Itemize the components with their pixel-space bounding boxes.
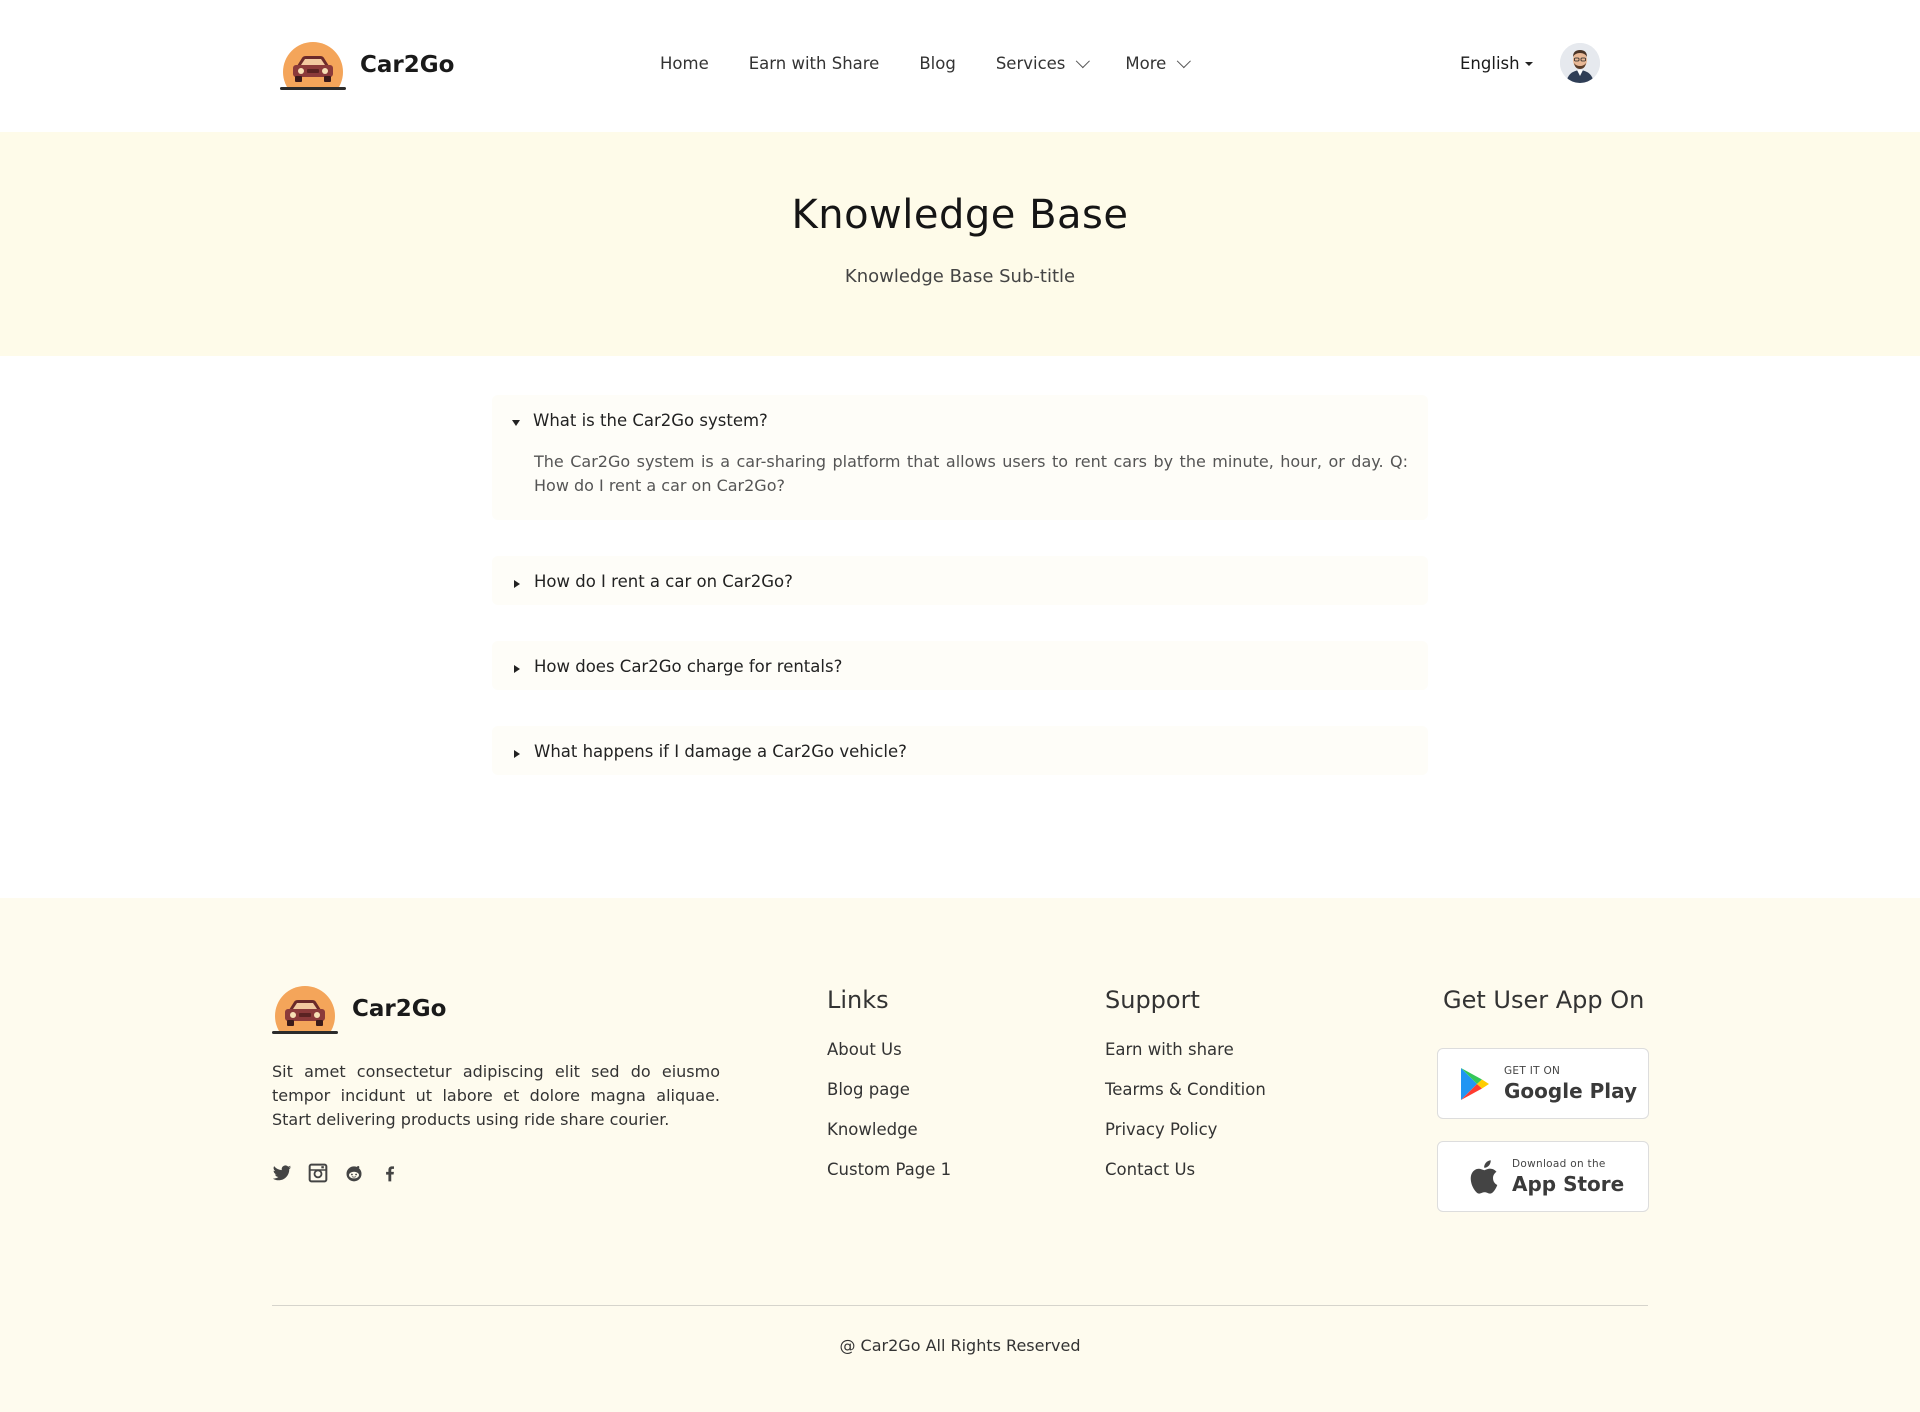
page-title: Knowledge Base — [791, 192, 1129, 238]
site-footer: Car2Go Sit amet consectetur adipiscing e… — [0, 898, 1920, 1412]
nav-earn-label: Earn with Share — [748, 54, 880, 73]
faq-question[interactable]: How do I rent a car on Car2Go? — [512, 572, 1408, 591]
footer-link-earn-with-share[interactable]: Earn with share — [1105, 1040, 1266, 1059]
copyright-text: @ Car2Go All Rights Reserved — [839, 1336, 1081, 1355]
car-logo-icon — [280, 40, 346, 90]
facebook-icon[interactable] — [380, 1163, 400, 1183]
google-play-icon — [1461, 1067, 1489, 1100]
nav-home[interactable]: Home — [660, 54, 709, 73]
user-avatar[interactable] — [1560, 43, 1600, 83]
footer-link-about-us[interactable]: About Us — [827, 1040, 951, 1059]
app-store-big-text: App Store — [1512, 1171, 1625, 1196]
footer-brand[interactable]: Car2Go — [272, 984, 446, 1034]
nav-services-dropdown[interactable]: Services — [995, 53, 1091, 73]
app-store-small-text: Download on the — [1512, 1157, 1606, 1170]
footer-link-privacy-policy[interactable]: Privacy Policy — [1105, 1120, 1266, 1139]
faq-item[interactable]: How do I rent a car on Car2Go? — [492, 556, 1428, 605]
faq-question-text: What is the Car2Go system? — [533, 411, 768, 430]
faq-item[interactable]: What is the Car2Go system? The Car2Go sy… — [492, 395, 1428, 520]
main-nav: Home Earn with Share Blog Services More — [660, 53, 1226, 73]
footer-about-text: Sit amet consectetur adipiscing elit sed… — [272, 1062, 720, 1129]
faq-question-text: What happens if I damage a Car2Go vehicl… — [534, 742, 907, 761]
nav-more-dropdown[interactable]: More — [1125, 53, 1192, 73]
footer-link-custom-page[interactable]: Custom Page 1 — [827, 1160, 951, 1179]
app-store-button[interactable]: Download on the App Store — [1437, 1141, 1649, 1212]
language-selector[interactable]: English — [1460, 54, 1533, 73]
brand-name: Car2Go — [360, 52, 455, 78]
faq-question[interactable]: What is the Car2Go system? — [512, 411, 1408, 430]
faq-question[interactable]: What happens if I damage a Car2Go vehicl… — [512, 742, 1408, 761]
footer-link-blog-page[interactable]: Blog page — [827, 1080, 951, 1099]
nav-more-label: More — [1125, 54, 1167, 73]
reddit-icon[interactable] — [344, 1163, 364, 1183]
language-label: English — [1460, 54, 1520, 73]
chevron-down-icon — [1076, 53, 1091, 68]
footer-link-terms[interactable]: Tearms & Condition — [1105, 1080, 1266, 1099]
nav-home-label: Home — [660, 54, 709, 73]
caret-right-icon — [514, 664, 520, 673]
chevron-down-icon — [1177, 53, 1192, 68]
site-header: Car2Go Home Earn with Share Blog Service… — [0, 0, 1920, 132]
caret-right-icon — [514, 579, 520, 588]
caret-right-icon — [514, 749, 520, 758]
brand-logo-link[interactable]: Car2Go — [280, 40, 454, 90]
page-subtitle: Knowledge Base Sub-title — [844, 266, 1076, 287]
nav-blog[interactable]: Blog — [919, 54, 955, 73]
nav-services-label: Services — [995, 54, 1066, 73]
google-play-big-text: Google Play — [1504, 1078, 1638, 1103]
faq-answer: The Car2Go system is a car-sharing platf… — [534, 452, 1408, 495]
caret-down-icon — [1524, 61, 1533, 66]
hero-banner: Knowledge Base Knowledge Base Sub-title — [0, 132, 1920, 356]
faq-question-text: How does Car2Go charge for rentals? — [534, 657, 843, 676]
apple-icon — [1470, 1159, 1498, 1194]
footer-links-heading: Links — [827, 986, 889, 1014]
faq-question[interactable]: How does Car2Go charge for rentals? — [512, 657, 1408, 676]
faq-item[interactable]: How does Car2Go charge for rentals? — [492, 641, 1428, 690]
footer-link-contact-us[interactable]: Contact Us — [1105, 1160, 1266, 1179]
nav-blog-label: Blog — [919, 54, 956, 73]
faq-item[interactable]: What happens if I damage a Car2Go vehicl… — [492, 726, 1428, 775]
footer-app-column: Get User App On — [1443, 986, 1644, 1040]
footer-support-heading: Support — [1105, 986, 1200, 1014]
footer-support-column: Support Earn with share Tearms & Conditi… — [1105, 986, 1266, 1200]
google-play-small-text: GET IT ON — [1504, 1064, 1561, 1077]
car-logo-icon — [272, 984, 338, 1034]
caret-down-icon — [512, 419, 520, 426]
footer-brand-name: Car2Go — [352, 996, 447, 1022]
faq-question-text: How do I rent a car on Car2Go? — [534, 572, 793, 591]
faq-accordion: What is the Car2Go system? The Car2Go sy… — [492, 395, 1428, 811]
instagram-icon[interactable] — [308, 1163, 328, 1183]
footer-app-heading: Get User App On — [1443, 986, 1645, 1014]
twitter-icon[interactable] — [272, 1163, 292, 1183]
social-links — [272, 1163, 416, 1183]
google-play-button[interactable]: GET IT ON Google Play — [1437, 1048, 1649, 1119]
footer-links-column: Links About Us Blog page Knowledge Custo… — [827, 986, 951, 1200]
footer-link-knowledge[interactable]: Knowledge — [827, 1120, 951, 1139]
nav-earn-with-share[interactable]: Earn with Share — [749, 54, 880, 73]
footer-divider — [272, 1305, 1648, 1306]
